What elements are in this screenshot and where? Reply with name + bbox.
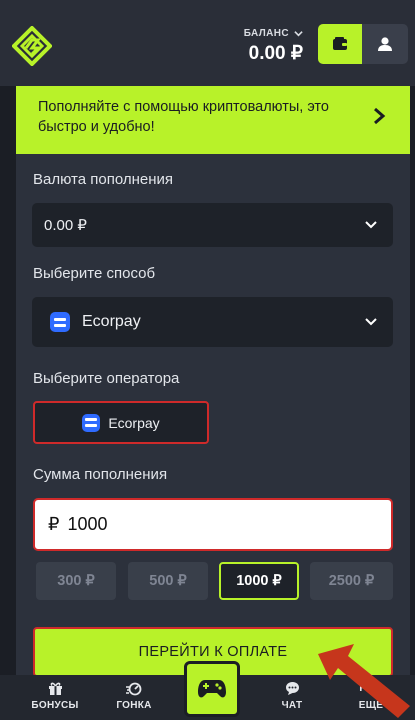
method-value: Ecorpay <box>82 313 141 330</box>
amount-label: Сумма пополнения <box>33 466 168 483</box>
amount-presets: 300 ₽ 500 ₽ 1000 ₽ 2500 ₽ <box>36 562 393 600</box>
brand-logo-icon[interactable] <box>12 26 52 66</box>
chat-bubble-icon <box>285 682 299 695</box>
balance-label-row: БАЛАНС <box>244 28 303 39</box>
currency-select[interactable]: 0.00 ₽ <box>32 203 393 247</box>
operator-value: Ecorpay <box>108 414 160 431</box>
chevron-down-icon <box>365 221 377 229</box>
gamepad-icon <box>198 680 226 698</box>
nav-chat-label: ЧАТ <box>281 700 303 711</box>
speedometer-icon <box>126 682 142 696</box>
nav-race-label: ГОНКА <box>116 700 152 711</box>
gift-icon <box>48 682 62 695</box>
operator-option-ecorpay[interactable]: Ecorpay <box>33 401 209 444</box>
chevron-down-icon <box>365 318 377 326</box>
promo-text: Пополняйте с помощью криптовалюты, это б… <box>38 99 329 135</box>
annotation-arrow-icon <box>318 644 410 718</box>
nav-race[interactable]: ГОНКА <box>99 681 169 711</box>
currency-label: Валюта пополнения <box>33 171 173 188</box>
preset-300[interactable]: 300 ₽ <box>36 562 116 600</box>
balance-display[interactable]: БАЛАНС 0.00 ₽ <box>244 28 303 65</box>
chevron-down-icon <box>294 31 303 37</box>
profile-button[interactable] <box>362 24 408 64</box>
preset-2500[interactable]: 2500 ₽ <box>310 562 393 600</box>
balance-label: БАЛАНС <box>243 28 289 39</box>
user-icon <box>378 37 392 51</box>
method-select[interactable]: Ecorpay <box>32 297 393 347</box>
currency-value: 0.00 ₽ <box>44 217 87 234</box>
amount-input[interactable]: ₽ 1000 <box>33 498 393 551</box>
preset-500[interactable]: 500 ₽ <box>128 562 208 600</box>
preset-1000[interactable]: 1000 ₽ <box>219 562 299 600</box>
top-header: БАЛАНС 0.00 ₽ <box>0 0 415 86</box>
ecorpay-logo-icon <box>50 312 70 332</box>
crypto-promo-banner[interactable]: Пополняйте с помощью криптовалюты, это б… <box>16 86 410 154</box>
method-label: Выберите способ <box>33 265 156 282</box>
chevron-right-icon <box>374 107 386 125</box>
wallet-icon <box>333 37 347 50</box>
wallet-button[interactable] <box>318 24 362 64</box>
ruble-sign: ₽ <box>48 514 60 534</box>
games-button[interactable] <box>184 661 240 717</box>
balance-value: 0.00 ₽ <box>248 43 303 64</box>
nav-bonuses-label: БОНУСЫ <box>31 700 79 711</box>
operator-label: Выберите оператора <box>33 370 180 387</box>
nav-bonuses[interactable]: БОНУСЫ <box>20 681 90 711</box>
ecorpay-logo-icon <box>82 413 101 432</box>
amount-value: 1000 <box>67 514 108 534</box>
